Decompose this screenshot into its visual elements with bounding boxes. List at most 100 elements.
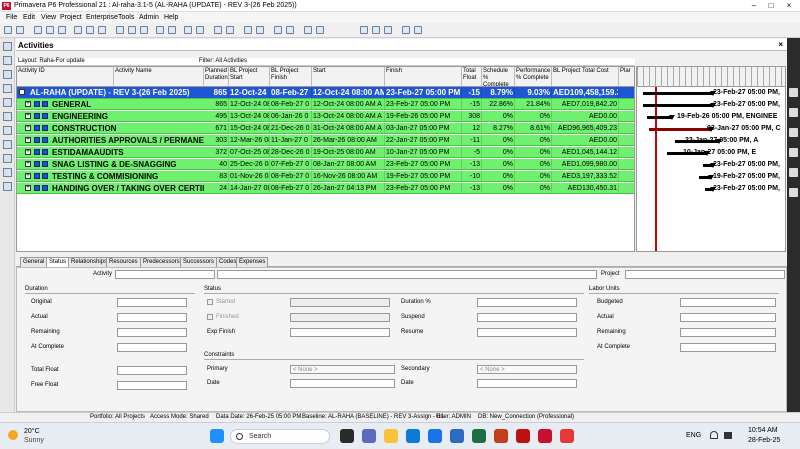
- window-icon[interactable]: [789, 148, 798, 157]
- zoom-in-icon[interactable]: [184, 26, 192, 34]
- projects-icon[interactable]: [3, 56, 12, 65]
- powerpoint-icon[interactable]: [494, 429, 508, 443]
- clock-time[interactable]: 10:54 AM: [748, 427, 778, 434]
- tab-resources[interactable]: Resources: [106, 257, 141, 267]
- group-sort-icon[interactable]: [168, 26, 176, 34]
- menu-tools[interactable]: Tools: [118, 14, 134, 21]
- tab-relationships[interactable]: Relationships: [68, 257, 111, 267]
- weather-text[interactable]: Sunny: [24, 437, 44, 444]
- add-icon[interactable]: [244, 26, 252, 34]
- menu-project[interactable]: Project: [60, 14, 82, 21]
- col-bl-start[interactable]: BL Project Start: [229, 67, 270, 87]
- close-icon[interactable]: ×: [781, 1, 797, 10]
- menu-admin[interactable]: Admin: [139, 14, 159, 21]
- gantt-bar[interactable]: [643, 92, 713, 95]
- outdent-icon[interactable]: [286, 26, 294, 34]
- secondary-date-field[interactable]: [477, 379, 577, 388]
- clock-date[interactable]: 28-Feb-25: [748, 437, 780, 444]
- gantt-bar[interactable]: [649, 128, 711, 131]
- secondary-constraint-select[interactable]: < None >: [477, 365, 577, 374]
- chrome-icon[interactable]: [428, 429, 442, 443]
- save-icon[interactable]: [58, 26, 66, 34]
- taskbar-search[interactable]: Search: [230, 429, 330, 444]
- expand-icon[interactable]: +: [25, 101, 31, 107]
- tab-status[interactable]: Status: [46, 257, 70, 267]
- wbs-row[interactable]: + SNAG LISTING & DE-SNAGGING 40 25-Dec-26 0…: [17, 159, 634, 170]
- menu-icon[interactable]: [789, 168, 798, 177]
- columns-icon[interactable]: [128, 26, 136, 34]
- app-icon[interactable]: [560, 429, 574, 443]
- schedule-icon[interactable]: [360, 26, 368, 34]
- col-bl-total-cost[interactable]: BL Project Total Cost: [552, 67, 619, 87]
- col-finish[interactable]: Finish: [385, 67, 462, 87]
- duration-pct-field[interactable]: [477, 298, 577, 307]
- wbs-icon[interactable]: [3, 84, 12, 93]
- copy-icon[interactable]: [86, 26, 94, 34]
- scroll-up-icon[interactable]: [789, 88, 798, 97]
- forward-icon[interactable]: [16, 26, 24, 34]
- col-activity-name[interactable]: Activity Name: [114, 67, 204, 87]
- col-planned-duration[interactable]: Planned Duration: [204, 67, 229, 87]
- tab-general[interactable]: General: [20, 257, 48, 267]
- activities-icon[interactable]: [3, 98, 12, 107]
- print-icon[interactable]: [34, 26, 42, 34]
- col-schedule-pct[interactable]: Schedule % Complete: [482, 67, 515, 87]
- print-preview-icon[interactable]: [46, 26, 54, 34]
- windows-start-icon[interactable]: [210, 429, 224, 443]
- camera-icon[interactable]: [789, 108, 798, 117]
- scroll-down-icon[interactable]: [789, 188, 798, 197]
- expand-icon[interactable]: +: [25, 185, 31, 191]
- progress-icon[interactable]: [414, 26, 422, 34]
- tab-successors[interactable]: Successors: [180, 257, 218, 267]
- col-total-float[interactable]: Total Float: [462, 67, 482, 87]
- col-plan[interactable]: Plar: [619, 67, 634, 87]
- remaining-duration-field[interactable]: [117, 328, 187, 337]
- menu-edit[interactable]: Edit: [23, 14, 35, 21]
- menu-view[interactable]: View: [41, 14, 56, 21]
- p6-taskbar-icon[interactable]: [538, 429, 552, 443]
- baseline-icon[interactable]: [402, 26, 410, 34]
- assignments-icon[interactable]: [3, 112, 12, 121]
- tab-expenses[interactable]: Expenses: [236, 257, 269, 267]
- started-checkbox[interactable]: [207, 299, 213, 305]
- budgeted-units-field[interactable]: [680, 298, 776, 307]
- remaining-units-field[interactable]: [680, 328, 776, 337]
- reports-icon[interactable]: [3, 154, 12, 163]
- suspend-field[interactable]: [477, 313, 577, 322]
- wbs-row[interactable]: + ENGINEERING 495 13-Oct-24 08 06-Jan-26 0 13…: [17, 111, 634, 122]
- expand-icon[interactable]: +: [25, 113, 31, 119]
- menu-enterprise[interactable]: Enterprise: [86, 14, 118, 21]
- tracking-icon[interactable]: [3, 140, 12, 149]
- at-complete-units-field[interactable]: [680, 343, 776, 352]
- col-activity-id[interactable]: Activity ID: [17, 67, 114, 87]
- menu-help[interactable]: Help: [164, 14, 178, 21]
- acrobat-icon[interactable]: [516, 429, 530, 443]
- wbs-row[interactable]: + TESTING & COMMISIONING 83 01-Nov-26 08 08-…: [17, 171, 634, 182]
- profile-icon[interactable]: [226, 26, 234, 34]
- maximize-icon[interactable]: □: [763, 1, 779, 10]
- wbs-row[interactable]: + GENERAL 865 12-Oct-24 08 08-Feb-27 0 12-Oct…: [17, 99, 634, 110]
- expand-icon[interactable]: +: [25, 173, 31, 179]
- col-performance-pct[interactable]: Performance % Complete: [515, 67, 552, 87]
- actual-units-field[interactable]: [680, 313, 776, 322]
- cut-icon[interactable]: [74, 26, 82, 34]
- finished-date-field[interactable]: [290, 313, 390, 322]
- excel-icon[interactable]: [472, 429, 486, 443]
- weather-temp[interactable]: 20°C: [24, 428, 40, 435]
- level-icon[interactable]: [372, 26, 380, 34]
- wbs-row[interactable]: + ESTIDAMAAUDITS 372 07-Oct-25 08 28-Dec-26 …: [17, 147, 634, 158]
- resume-field[interactable]: [477, 328, 577, 337]
- summarize-icon[interactable]: [384, 26, 392, 34]
- paste-icon[interactable]: [98, 26, 106, 34]
- gantt-chart[interactable]: 23-Feb-27 05:00 PM, 23-Feb-27 05:00 PM, 19…: [636, 66, 786, 252]
- collapse-icon[interactable]: −: [19, 89, 25, 95]
- primary-constraint-select[interactable]: < None >: [290, 365, 395, 374]
- volume-icon[interactable]: [724, 432, 732, 439]
- col-bl-finish[interactable]: BL Project Finish: [270, 67, 312, 87]
- edge-icon[interactable]: [406, 429, 420, 443]
- bars-icon[interactable]: [140, 26, 148, 34]
- gantt-bar[interactable]: [643, 104, 713, 107]
- eps-icon[interactable]: [3, 70, 12, 79]
- free-float-field[interactable]: [117, 381, 187, 390]
- documents-icon[interactable]: [3, 182, 12, 191]
